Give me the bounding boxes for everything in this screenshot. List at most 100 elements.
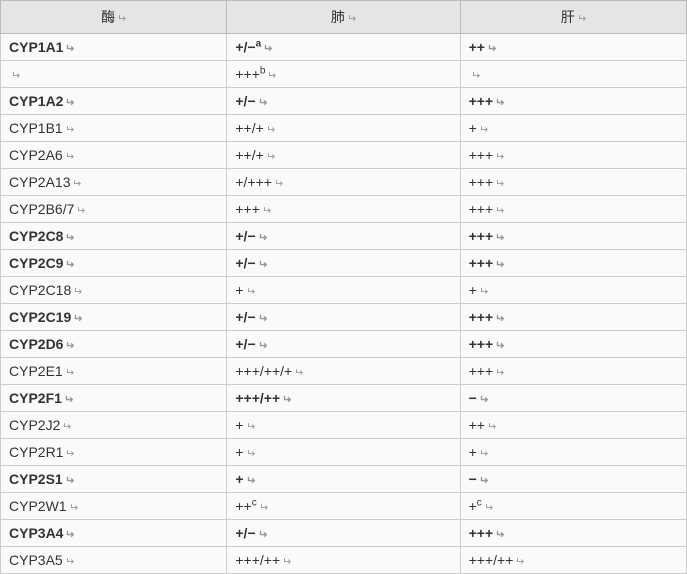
cell-lung: +↵	[227, 466, 460, 493]
cell-enzyme: CYP2C9↵	[1, 250, 227, 277]
table-row: CYP2C19↵+/−↵+++↵	[1, 304, 687, 331]
cell-liver: −↵	[460, 466, 686, 493]
return-icon: ↵	[246, 420, 255, 433]
cell-liver: +++↵	[460, 520, 686, 547]
cell-enzyme: CYP2B6/7↵	[1, 196, 227, 223]
table-row: CYP1A2↵+/−↵+++↵	[1, 88, 687, 115]
header-liver: 肝↵	[460, 1, 686, 34]
table-row: CYP2F1↵+++/++↵−↵	[1, 385, 687, 412]
cell-lung: +↵	[227, 412, 460, 439]
lung-superscript: b	[260, 65, 266, 76]
return-icon: ↵	[266, 150, 275, 163]
header-enzyme: 酶↵	[1, 1, 227, 34]
cell-lung: +/−↵	[227, 250, 460, 277]
return-icon: ↵	[258, 312, 267, 325]
enzyme-value: CYP2C19	[9, 309, 71, 325]
cell-enzyme: CYP2R1↵	[1, 439, 227, 466]
return-icon: ↵	[69, 501, 78, 514]
return-icon: ↵	[347, 12, 356, 25]
liver-value: +++	[469, 174, 494, 190]
cell-lung: +++/++↵	[227, 547, 460, 574]
table-row: CYP2D6↵+/−↵+++↵	[1, 331, 687, 358]
liver-value: −	[469, 471, 477, 487]
liver-superscript: c	[477, 497, 482, 508]
lung-value: +	[235, 282, 243, 298]
liver-value: +++	[469, 93, 494, 109]
return-icon: ↵	[263, 42, 272, 55]
cell-liver: +++↵	[460, 169, 686, 196]
return-icon: ↵	[484, 501, 493, 514]
return-icon: ↵	[72, 177, 81, 190]
return-icon: ↵	[258, 528, 267, 541]
cell-liver: +↵	[460, 439, 686, 466]
table-row: CYP2A6↵++/+↵+++↵	[1, 142, 687, 169]
return-icon: ↵	[294, 366, 303, 379]
cell-lung: +↵	[227, 277, 460, 304]
liver-value: +	[469, 120, 477, 136]
enzyme-value: CYP2A13	[9, 174, 70, 190]
cell-liver: −↵	[460, 385, 686, 412]
lung-value: +/−	[235, 93, 255, 109]
cell-lung: +++/++↵	[227, 385, 460, 412]
return-icon: ↵	[65, 231, 74, 244]
table-row: CYP2W1↵++c↵+c↵	[1, 493, 687, 520]
return-icon: ↵	[577, 12, 586, 25]
lung-value: +/−	[235, 228, 255, 244]
return-icon: ↵	[258, 96, 267, 109]
return-icon: ↵	[479, 474, 488, 487]
return-icon: ↵	[479, 285, 488, 298]
enzyme-value: CYP2F1	[9, 390, 62, 406]
cell-liver: +++↵	[460, 223, 686, 250]
enzyme-value: CYP1A2	[9, 93, 63, 109]
return-icon: ↵	[495, 177, 504, 190]
enzyme-value: CYP1A1	[9, 39, 63, 55]
return-icon: ↵	[266, 123, 275, 136]
liver-value: +++/++	[469, 552, 514, 568]
lung-value: ++/+	[235, 147, 263, 163]
cell-enzyme: CYP2D6↵	[1, 331, 227, 358]
cell-liver: +++↵	[460, 196, 686, 223]
return-icon: ↵	[65, 555, 74, 568]
table-row: CYP1B1↵++/+↵+↵	[1, 115, 687, 142]
cell-liver: +++↵	[460, 358, 686, 385]
liver-value: +++	[469, 525, 494, 541]
lung-value: +	[235, 417, 243, 433]
cell-lung: +/−↵	[227, 304, 460, 331]
cell-liver: ↵	[460, 61, 686, 88]
enzyme-value: CYP2J2	[9, 417, 60, 433]
cell-liver: +↵	[460, 277, 686, 304]
liver-value: −	[469, 390, 477, 406]
return-icon: ↵	[65, 366, 74, 379]
return-icon: ↵	[479, 123, 488, 136]
lung-superscript: c	[252, 497, 257, 508]
return-icon: ↵	[64, 393, 73, 406]
cell-enzyme: CYP1B1↵	[1, 115, 227, 142]
table-row: CYP2C8↵+/−↵+++↵	[1, 223, 687, 250]
return-icon: ↵	[515, 555, 524, 568]
lung-value: +	[235, 444, 243, 460]
liver-value: +++	[469, 147, 494, 163]
table-row: CYP3A4↵+/−↵+++↵	[1, 520, 687, 547]
return-icon: ↵	[246, 447, 255, 460]
cell-enzyme: CYP2J2↵	[1, 412, 227, 439]
enzyme-value: CYP2R1	[9, 444, 63, 460]
cell-liver: +++/++↵	[460, 547, 686, 574]
lung-value: +/−	[235, 39, 255, 55]
return-icon: ↵	[11, 69, 20, 82]
return-icon: ↵	[258, 258, 267, 271]
return-icon: ↵	[73, 312, 82, 325]
lung-value: +++/++	[235, 552, 280, 568]
liver-value: +++	[469, 201, 494, 217]
enzyme-value: CYP3A5	[9, 552, 63, 568]
return-icon: ↵	[495, 96, 504, 109]
return-icon: ↵	[62, 420, 71, 433]
table-row: CYP1A1↵+/−a↵++↵	[1, 34, 687, 61]
return-icon: ↵	[65, 339, 74, 352]
return-icon: ↵	[65, 123, 74, 136]
return-icon: ↵	[65, 447, 74, 460]
cell-liver: +++↵	[460, 88, 686, 115]
cell-lung: +/−↵	[227, 223, 460, 250]
return-icon: ↵	[246, 285, 255, 298]
cell-enzyme: CYP2F1↵	[1, 385, 227, 412]
cell-enzyme: CYP3A5↵	[1, 547, 227, 574]
